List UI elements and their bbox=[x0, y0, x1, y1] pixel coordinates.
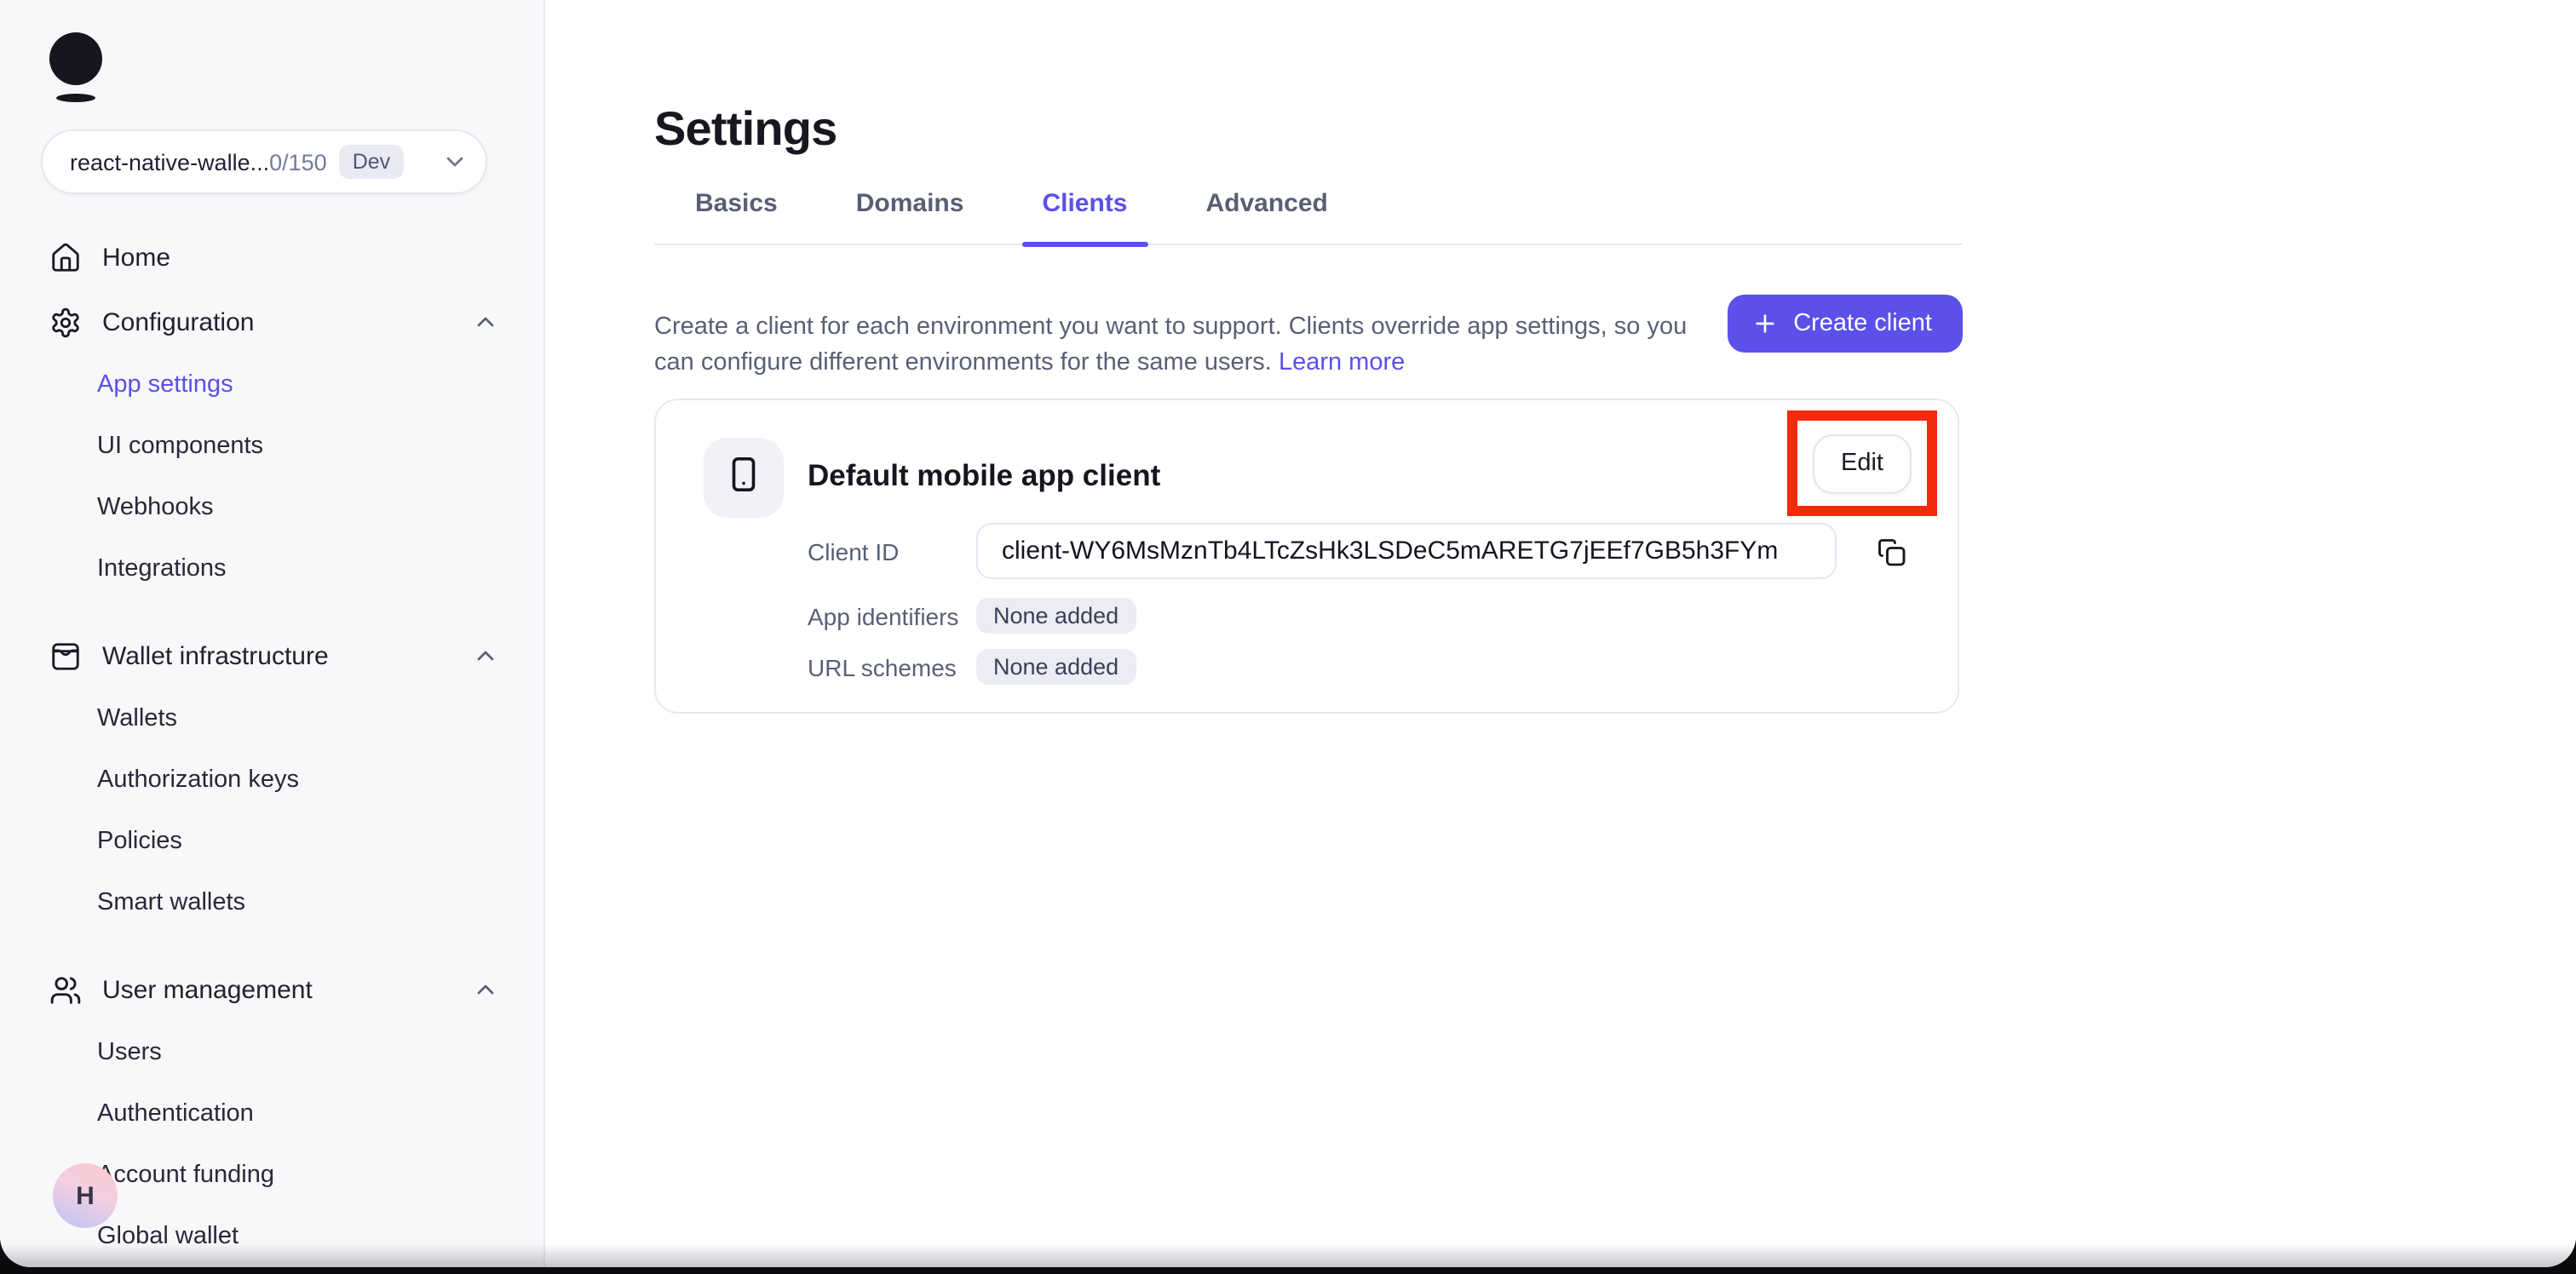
environment-badge: Dev bbox=[339, 145, 404, 179]
tab-basics[interactable]: Basics bbox=[675, 170, 798, 244]
mobile-client-icon-box bbox=[704, 438, 784, 518]
settings-tabs: Basics Domains Clients Advanced bbox=[654, 170, 1963, 245]
sidebar-nav: Home Configuration App settings UI compo… bbox=[0, 225, 543, 1267]
sidebar-item-wallet-infrastructure[interactable]: Wallet infrastructure bbox=[0, 623, 543, 688]
sidebar-item-configuration[interactable]: Configuration bbox=[0, 290, 543, 354]
wallet-icon bbox=[49, 640, 82, 672]
client-card: Default mobile app client Edit Client ID… bbox=[654, 399, 1959, 714]
sidebar-item-app-settings[interactable]: App settings bbox=[0, 354, 543, 416]
sidebar-item-user-management[interactable]: User management bbox=[0, 957, 543, 1022]
settings-content: Settings Basics Domains Clients Advanced… bbox=[654, 0, 1963, 1267]
clients-description-text: Create a client for each environment you… bbox=[654, 313, 1687, 376]
client-id-input[interactable] bbox=[976, 523, 1837, 579]
annotation-highlight-box: Edit bbox=[1787, 410, 1937, 516]
project-name: react-native-walle... bbox=[70, 149, 269, 175]
sidebar-item-label: Wallet infrastructure bbox=[102, 641, 329, 670]
chevron-up-icon bbox=[472, 308, 499, 336]
gear-icon bbox=[49, 306, 82, 338]
logo-ellipse bbox=[56, 94, 95, 102]
sidebar-item-authentication[interactable]: Authentication bbox=[0, 1083, 543, 1145]
client-id-label: Client ID bbox=[808, 538, 899, 565]
sidebar-item-webhooks[interactable]: Webhooks bbox=[0, 477, 543, 538]
sidebar-item-policies[interactable]: Policies bbox=[0, 811, 543, 872]
url-schemes-label: URL schemes bbox=[808, 654, 957, 681]
smartphone-icon bbox=[724, 454, 763, 502]
plus-icon bbox=[1751, 310, 1778, 337]
page-title: Settings bbox=[654, 102, 837, 157]
create-client-label: Create client bbox=[1793, 310, 1932, 337]
sidebar-item-label: User management bbox=[102, 975, 313, 1004]
sidebar-item-smart-wallets[interactable]: Smart wallets bbox=[0, 872, 543, 933]
client-card-title: Default mobile app client bbox=[808, 458, 1160, 494]
url-schemes-value-badge: None added bbox=[976, 649, 1136, 685]
chevron-up-icon bbox=[472, 642, 499, 669]
home-icon bbox=[49, 241, 82, 273]
sidebar-item-integrations[interactable]: Integrations bbox=[0, 538, 543, 600]
learn-more-link[interactable]: Learn more bbox=[1279, 348, 1405, 376]
sidebar-item-wallets[interactable]: Wallets bbox=[0, 688, 543, 749]
project-counter: 0/150 bbox=[269, 149, 327, 175]
tab-clients[interactable]: Clients bbox=[1021, 170, 1147, 244]
sidebar: react-native-walle... 0/150 Dev Home bbox=[0, 0, 545, 1267]
chevron-up-icon bbox=[472, 976, 499, 1003]
users-icon bbox=[49, 973, 82, 1006]
app-identifiers-label: App identifiers bbox=[808, 603, 958, 630]
app-window: react-native-walle... 0/150 Dev Home bbox=[0, 0, 2576, 1267]
user-avatar[interactable]: H bbox=[53, 1163, 118, 1228]
sidebar-item-home[interactable]: Home bbox=[0, 225, 543, 290]
sidebar-item-label: Configuration bbox=[102, 307, 254, 336]
main-area: Settings Basics Domains Clients Advanced… bbox=[547, 0, 2576, 1267]
sidebar-item-label: Home bbox=[102, 243, 170, 272]
tab-advanced[interactable]: Advanced bbox=[1186, 170, 1348, 244]
chevron-down-icon bbox=[441, 148, 469, 175]
create-client-button[interactable]: Create client bbox=[1727, 295, 1963, 353]
copy-icon[interactable] bbox=[1872, 533, 1910, 571]
sidebar-item-ui-components[interactable]: UI components bbox=[0, 416, 543, 477]
project-selector[interactable]: react-native-walle... 0/150 Dev bbox=[41, 129, 487, 194]
sidebar-item-authorization-keys[interactable]: Authorization keys bbox=[0, 749, 543, 811]
sidebar-item-users[interactable]: Users bbox=[0, 1022, 543, 1083]
edit-button[interactable]: Edit bbox=[1813, 433, 1912, 493]
app-identifiers-value-badge: None added bbox=[976, 598, 1136, 634]
tab-domains[interactable]: Domains bbox=[836, 170, 985, 244]
clients-description: Create a client for each environment you… bbox=[654, 309, 1697, 381]
clients-header-row: Create a client for each environment you… bbox=[654, 284, 1963, 405]
logo-circle bbox=[49, 32, 102, 85]
